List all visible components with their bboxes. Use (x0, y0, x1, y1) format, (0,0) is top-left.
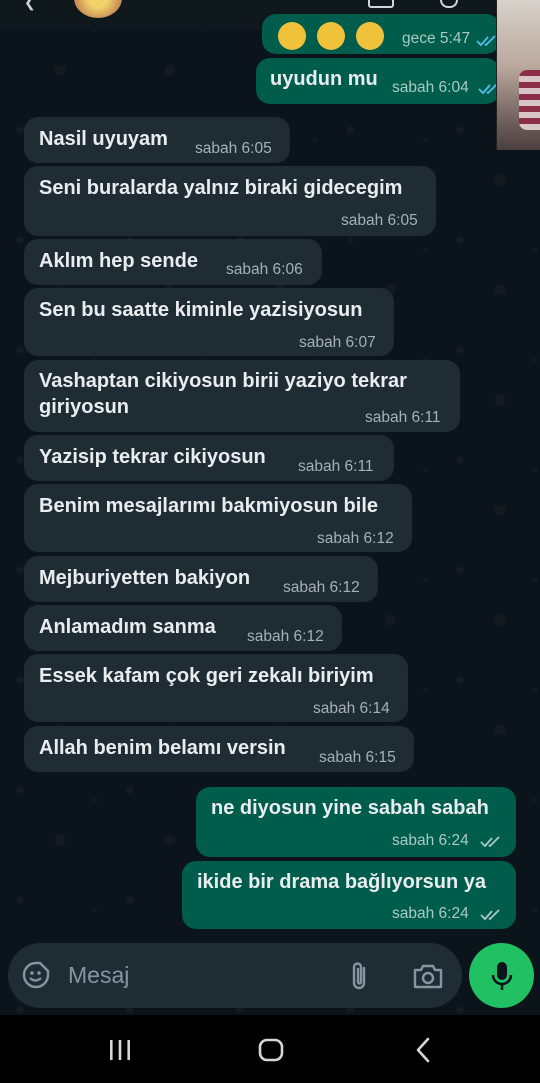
message-time: sabah 6:24 (392, 832, 469, 849)
message-text: Anlamadım sanma (39, 616, 216, 638)
mic-icon (491, 962, 513, 990)
delivered-ticks-icon (480, 909, 500, 921)
message-time: sabah 6:06 (226, 261, 303, 278)
message-text: Aklım hep sende (39, 250, 198, 272)
emoji-icon[interactable] (22, 961, 50, 989)
message-text: ne diyosun yine sabah sabah (211, 797, 489, 819)
emoji-face-icon (356, 22, 384, 50)
message-text: Yazisip tekrar cikiyosun (39, 446, 266, 468)
message-time: sabah 6:05 (341, 212, 418, 229)
message-bubble-incoming[interactable]: Nasil uyuyam sabah 6:05 (24, 117, 290, 163)
emoji-face-icon (278, 22, 306, 50)
message-time: sabah 6:07 (299, 334, 376, 351)
video-preview[interactable] (496, 0, 540, 150)
attach-icon[interactable] (346, 960, 374, 992)
camera-icon[interactable] (412, 962, 444, 990)
message-time: sabah 6:05 (195, 140, 272, 157)
emoji-face-icon (317, 22, 345, 50)
message-bubble-incoming[interactable]: Benim mesajlarımı bakmiyosun bile sabah … (24, 484, 412, 552)
message-bubble-incoming[interactable]: Anlamadım sanma sabah 6:12 (24, 605, 342, 651)
message-text-line1: Vashaptan cikiyosun birii yaziyo tekrar (39, 370, 407, 392)
message-text: Allah benim belamı versin (39, 737, 286, 759)
message-text: Essek kafam çok geri zekalı biriyim (39, 665, 374, 687)
chat-screen: ❮ gece 5:47 uyudun mu sabah 6:04 Nasil u… (0, 0, 540, 1083)
message-time: gece 5:47 (402, 30, 471, 47)
message-time: sabah 6:11 (298, 458, 374, 475)
message-time: sabah 6:11 (365, 409, 441, 426)
recent-apps-icon[interactable] (106, 1037, 134, 1063)
voice-record-button[interactable] (469, 943, 534, 1008)
delivered-ticks-icon (480, 836, 500, 848)
message-input[interactable]: Mesaj (68, 962, 129, 989)
video-preview-content (519, 70, 540, 130)
message-bubble-incoming[interactable]: Allah benim belamı versin sabah 6:15 (24, 726, 414, 772)
message-bubble-outgoing[interactable]: ikide bir drama bağlıyorsun ya sabah 6:2… (182, 861, 516, 929)
message-text: ikide bir drama bağlıyorsun ya (197, 871, 486, 893)
message-text: uyudun mu (270, 68, 378, 90)
message-bubble-outgoing-partial[interactable]: gece 5:47 (262, 14, 500, 54)
message-bubble-outgoing[interactable]: ne diyosun yine sabah sabah sabah 6:24 (196, 787, 516, 857)
home-icon[interactable] (257, 1037, 285, 1063)
message-text: Seni buralarda yalnız biraki gidecegim (39, 177, 403, 199)
message-bubble-incoming[interactable]: Aklım hep sende sabah 6:06 (24, 239, 322, 285)
message-bubble-incoming[interactable]: Essek kafam çok geri zekalı biriyim saba… (24, 654, 408, 722)
message-composer[interactable]: Mesaj (8, 943, 462, 1008)
message-time: sabah 6:15 (319, 749, 396, 766)
message-bubble-incoming[interactable]: Seni buralarda yalnız biraki gidecegim s… (24, 166, 436, 236)
back-arrow-icon[interactable]: ❮ (24, 0, 36, 11)
message-bubble-incoming[interactable]: Yazisip tekrar cikiyosun sabah 6:11 (24, 435, 394, 481)
back-icon[interactable] (410, 1037, 438, 1063)
message-text: Nasil uyuyam (39, 128, 168, 150)
message-time: sabah 6:24 (392, 905, 469, 922)
message-time: sabah 6:14 (313, 700, 390, 717)
message-text: Benim mesajlarımı bakmiyosun bile (39, 495, 379, 517)
phone-call-icon[interactable] (440, 0, 458, 8)
message-bubble-incoming[interactable]: Vashaptan cikiyosun birii yaziyo tekrar … (24, 360, 460, 432)
message-time: sabah 6:12 (317, 530, 394, 547)
message-bubble-incoming[interactable]: Mejburiyetten bakiyon sabah 6:12 (24, 556, 378, 602)
message-text-line2: giriyosun (39, 396, 130, 418)
message-text: Mejburiyetten bakiyon (39, 567, 251, 589)
contact-avatar[interactable] (74, 0, 122, 18)
message-text: Sen bu saatte kiminle yazisiyosun (39, 299, 363, 321)
message-bubble-incoming[interactable]: Sen bu saatte kiminle yazisiyosun sabah … (24, 288, 394, 356)
video-call-icon[interactable] (368, 0, 394, 8)
message-time: sabah 6:12 (247, 628, 324, 645)
message-time: sabah 6:12 (283, 579, 360, 596)
system-navigation-bar (0, 1015, 540, 1083)
message-time: sabah 6:04 (392, 79, 469, 96)
message-bubble-outgoing[interactable]: uyudun mu sabah 6:04 (256, 58, 500, 104)
